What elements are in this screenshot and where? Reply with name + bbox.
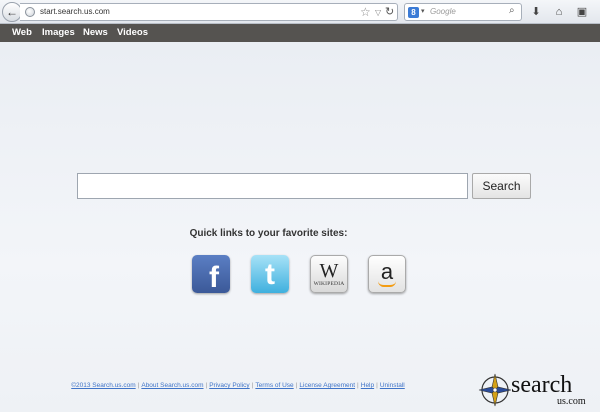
footer-about-link[interactable]: About Search.us.com [141,382,203,389]
globe-icon [25,7,35,17]
wikipedia-icon: W [319,260,339,282]
footer-license-link[interactable]: License Agreement [299,382,355,389]
category-navbar: Web Images News Videos [0,24,600,42]
footer-privacy-link[interactable]: Privacy Policy [209,382,249,389]
browser-search-placeholder: Google [430,7,456,16]
engine-dropdown-icon[interactable]: ▾ [421,7,425,15]
nav-news[interactable]: News [83,27,108,39]
bookmark-star-icon[interactable]: ☆ [360,5,371,19]
search-input[interactable] [77,173,468,199]
amazon-smile-icon [378,281,396,287]
footer-help-link[interactable]: Help [361,382,374,389]
nav-videos[interactable]: Videos [117,27,148,39]
main-content: Search Quick links to your favorite site… [0,42,600,412]
url-dropdown-icon[interactable]: ▽ [375,6,381,20]
footer-uninstall-link[interactable]: Uninstall [380,382,405,389]
browser-search-bar[interactable]: 8 ▾ Google ⌕ [404,3,522,21]
search-button[interactable]: Search [472,173,531,199]
back-button[interactable]: ← [2,2,22,22]
nav-web[interactable]: Web [12,27,32,39]
wikipedia-wordmark: WIKIPEDIA [313,281,345,287]
logo-domain: us.com [557,396,586,407]
home-icon[interactable]: ⌂ [551,4,567,20]
download-icon[interactable]: ⬇ [528,4,544,20]
footer-links: ©2013 Search.us.com | About Search.us.com |… [71,382,405,389]
facebook-link[interactable]: f [192,255,230,293]
reload-icon[interactable]: ↻ [385,5,394,19]
compass-icon [478,373,512,407]
url-text: start.search.us.com [40,7,110,16]
addon-menu-icon[interactable]: ▣ [574,4,590,20]
quick-links-title: Quick links to your favorite sites: [189,228,348,239]
facebook-icon: f [209,261,219,293]
magnifier-icon[interactable]: ⌕ [509,5,515,16]
browser-toolbar: ← start.search.us.com ☆ ▽ ↻ 8 ▾ Google ⌕… [0,0,600,24]
google-engine-icon[interactable]: 8 [408,7,419,18]
search-us-logo: search us.com [477,372,597,412]
back-arrow-icon: ← [6,5,18,19]
footer-terms-link[interactable]: Terms of Use [255,382,293,389]
footer-copyright-link[interactable]: ©2013 Search.us.com [71,382,135,389]
logo-wordmark: search [511,372,573,398]
twitter-icon: t [265,258,275,291]
amazon-icon: a [380,258,394,284]
wikipedia-link[interactable]: W WIKIPEDIA [310,255,348,293]
nav-images[interactable]: Images [42,27,75,39]
url-bar[interactable]: start.search.us.com ☆ ▽ ↻ [20,3,398,21]
amazon-link[interactable]: a [368,255,406,293]
twitter-link[interactable]: t [251,255,289,293]
